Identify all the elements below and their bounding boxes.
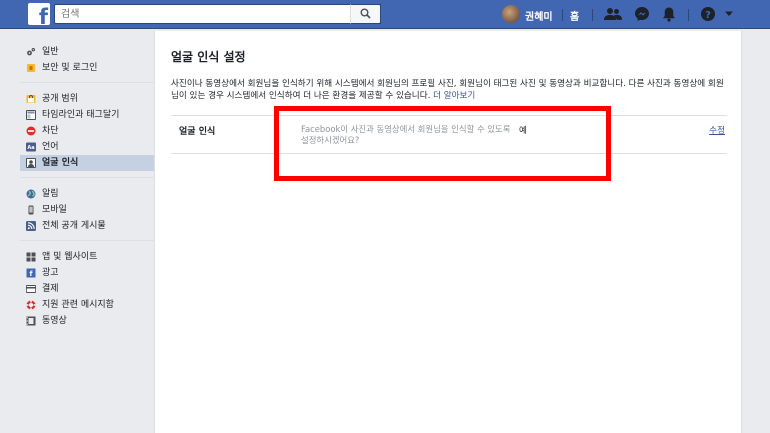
sidebar-item-label: 모바일 (42, 205, 67, 215)
edit-link[interactable]: 수정 (709, 124, 725, 136)
sidebar-item-timeline[interactable]: 타임라인과 태그달기 (20, 107, 154, 123)
sidebar-item-ads[interactable]: f 광고 (20, 265, 154, 281)
rss-icon (26, 221, 36, 231)
nav-divider (688, 9, 689, 21)
facebook-logo-letter: f (38, 5, 48, 29)
gears-icon (27, 48, 35, 56)
friend-requests-icon[interactable] (604, 6, 622, 22)
nav-divider (562, 9, 563, 21)
sidebar-item-public-posts[interactable]: 전체 공개 게시물 (20, 218, 154, 234)
notifications-bell-icon[interactable] (661, 6, 677, 22)
search-button[interactable] (350, 4, 381, 24)
sidebar-group-notifications: 알림 모바일 전체 공개 게시물 (20, 186, 154, 241)
apps-icon (26, 252, 36, 262)
sidebar-item-blocking[interactable]: 차단 (20, 123, 154, 139)
sidebar-item-language[interactable]: Aa 언어 (20, 139, 154, 155)
sidebar-item-label: 동영상 (42, 316, 67, 326)
sidebar-item-label: 공개 범위 (42, 94, 78, 104)
highlight-box (274, 106, 611, 181)
mobile-icon (28, 205, 34, 215)
sidebar-group-privacy: 공개 범위 타임라인과 태그달기 차단 Aa 언어 얼굴 인식 (20, 91, 154, 178)
search-input[interactable] (55, 5, 345, 23)
face-recognition-icon (26, 158, 36, 168)
sidebar-item-videos[interactable]: 동영상 (20, 313, 154, 329)
timeline-icon (26, 110, 36, 120)
privacy-lock-icon (26, 95, 36, 103)
sidebar-item-general[interactable]: 일반 (20, 44, 154, 60)
help-icon[interactable]: ? (700, 6, 716, 22)
sidebar-item-label: 광고 (42, 268, 59, 278)
sidebar-item-label: 결제 (42, 284, 59, 294)
sidebar-item-label: 얼굴 인식 (42, 158, 79, 168)
svg-text:?: ? (705, 10, 711, 21)
nav-divider (592, 9, 593, 21)
page-title: 얼굴 인식 설정 (171, 50, 246, 64)
sidebar-item-label: 전체 공개 게시물 (42, 221, 106, 231)
sidebar-item-label: 언어 (42, 142, 59, 152)
sidebar-item-face-recognition[interactable]: 얼굴 인식 (20, 155, 154, 171)
sidebar-item-label: 알림 (42, 189, 59, 199)
sidebar-group-account: 일반 보안 및 로그인 (20, 44, 154, 83)
profile-name-link[interactable]: 권혜미 (525, 8, 553, 23)
video-icon (26, 316, 36, 326)
sidebar-group-apps: 앱 및 웹사이트 f 광고 결제 지원 관련 메시지함 동영상 (20, 249, 154, 335)
sidebar-item-label: 타임라인과 태그달기 (42, 110, 120, 120)
sidebar-item-label: 지원 관련 메시지함 (42, 300, 114, 310)
sidebar-item-label: 앱 및 웹사이트 (42, 252, 98, 262)
block-icon (26, 126, 36, 136)
sidebar-item-label: 보안 및 로그인 (42, 63, 98, 73)
search-box[interactable] (54, 4, 381, 24)
settings-content-panel: 얼굴 인식 설정 사진이나 동영상에서 회원님을 인식하기 위해 시스템에서 회… (154, 31, 742, 433)
sidebar-item-apps[interactable]: 앱 및 웹사이트 (20, 249, 154, 265)
sidebar-item-support-inbox[interactable]: 지원 관련 메시지함 (20, 297, 154, 313)
language-icon: Aa (26, 142, 36, 152)
settings-sidebar: 일반 보안 및 로그인 공개 범위 타임라인과 태그달기 차단 Aa 언어 얼굴… (20, 44, 154, 343)
face-recognition-description: 사진이나 동영상에서 회원님을 인식하기 위해 시스템에서 회원님의 프로필 사… (171, 78, 731, 102)
chevron-down-icon[interactable] (724, 10, 734, 18)
sidebar-item-privacy[interactable]: 공개 범위 (20, 91, 154, 107)
setting-label: 얼굴 인식 (179, 127, 216, 137)
avatar[interactable] (502, 5, 520, 23)
learn-more-link[interactable]: 더 알아보기 (433, 91, 475, 101)
sidebar-item-payments[interactable]: 결제 (20, 281, 154, 297)
sidebar-item-mobile[interactable]: 모바일 (20, 202, 154, 218)
facebook-logo-icon[interactable]: f (28, 3, 50, 29)
sidebar-item-security[interactable]: 보안 및 로그인 (20, 60, 154, 76)
sidebar-item-notifications[interactable]: 알림 (20, 186, 154, 202)
svg-text:Aa: Aa (27, 145, 34, 151)
shield-icon (27, 64, 35, 72)
messenger-icon[interactable] (634, 6, 650, 22)
lifebuoy-icon (26, 300, 36, 310)
ads-icon: f (26, 268, 36, 278)
globe-icon (26, 189, 36, 199)
sidebar-item-label: 차단 (42, 126, 59, 136)
sidebar-item-label: 일반 (42, 47, 59, 57)
top-navigation-bar: f 권혜미 홈 ? (0, 0, 770, 29)
card-icon (26, 285, 36, 293)
home-link[interactable]: 홈 (570, 8, 579, 23)
search-icon (360, 8, 371, 19)
